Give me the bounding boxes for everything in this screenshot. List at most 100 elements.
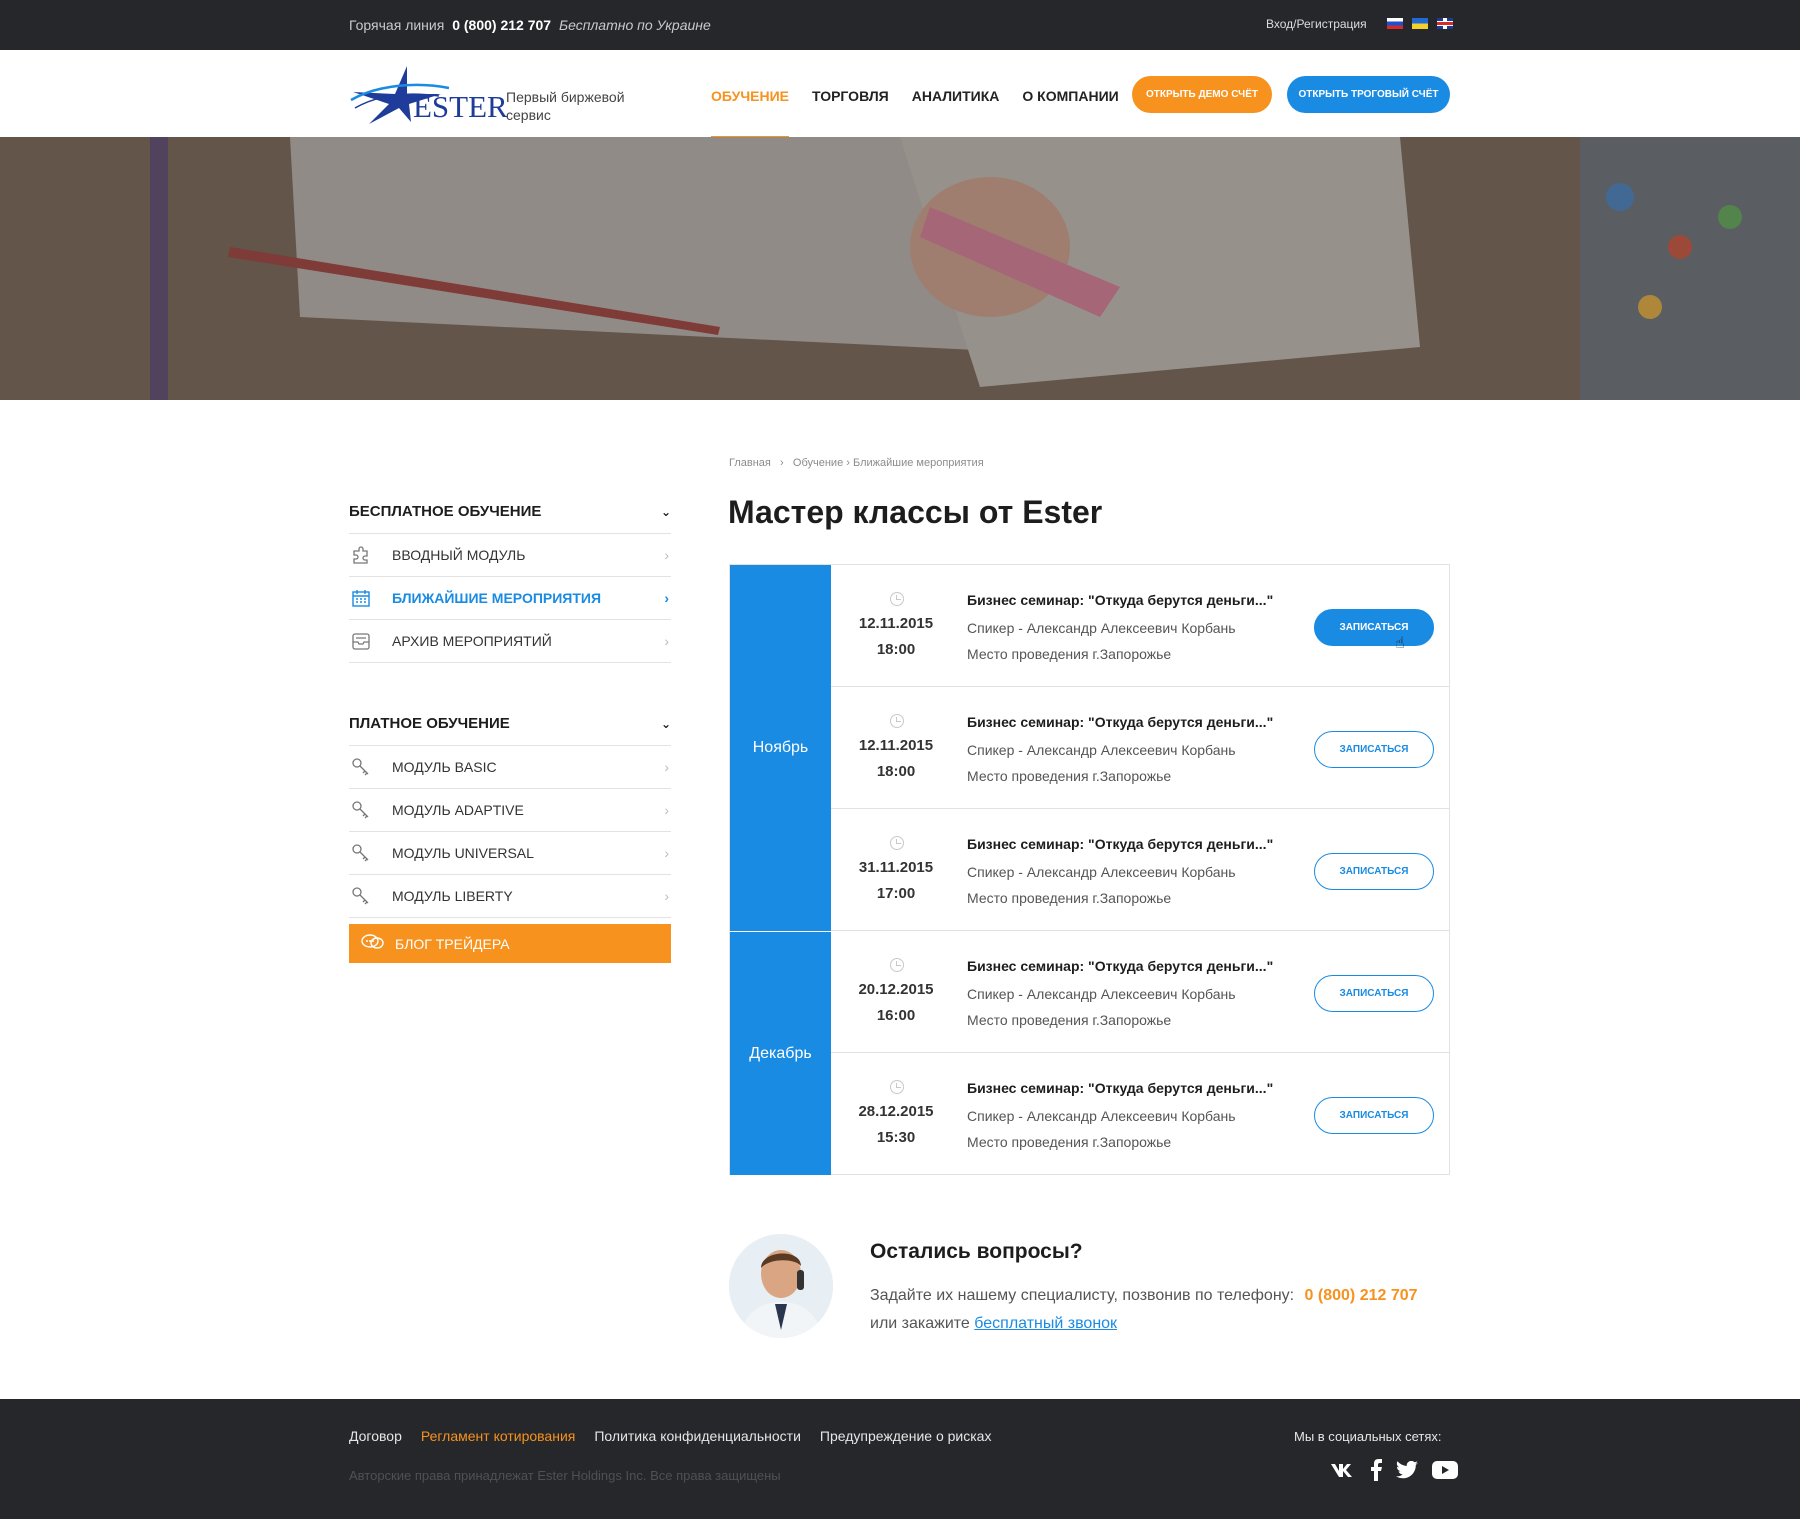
month-label-december: Декабрь: [730, 931, 831, 1175]
specialist-avatar: [729, 1234, 833, 1338]
event-place: Место проведения г.Запорожье: [967, 1134, 1172, 1150]
youtube-icon[interactable]: [1432, 1461, 1458, 1479]
questions-description: Задайте их нашему специалисту, позвонив …: [870, 1287, 1295, 1304]
hotline-note: Бесплатно по Украине: [558, 17, 711, 33]
tagline: Первый биржевой сервис: [506, 89, 625, 123]
header: ESTER Первый биржевой сервис ОБУЧЕНИЕ ТО…: [0, 50, 1800, 140]
register-button[interactable]: Записаться: [1314, 1097, 1434, 1134]
event-title[interactable]: Бизнес семинар: "Откуда берутся деньги..…: [967, 836, 1273, 852]
key-icon: [349, 842, 373, 864]
sidebar-item-universal[interactable]: Модуль UNIVERSAL ›: [349, 832, 671, 875]
social-label: Мы в социальных сетях:: [1294, 1429, 1442, 1444]
sidebar-item-label: Модуль UNIVERSAL: [392, 845, 534, 861]
event-speaker: Спикер - Александр Алексеевич Корбань: [967, 620, 1236, 636]
breadcrumb-home[interactable]: Главная: [729, 457, 771, 469]
free-call-link[interactable]: бесплатный звонок: [974, 1315, 1117, 1332]
event-speaker: Спикер - Александр Алексеевич Корбань: [967, 1108, 1236, 1124]
nav-about[interactable]: О КОМПАНИИ: [1022, 88, 1118, 104]
event-time: 17:00: [876, 885, 916, 902]
puzzle-icon: [349, 544, 373, 566]
event-title[interactable]: Бизнес семинар: "Откуда берутся деньги..…: [967, 714, 1273, 730]
vk-icon[interactable]: [1330, 1462, 1356, 1478]
twitter-icon[interactable]: [1396, 1461, 1418, 1479]
event-title[interactable]: Бизнес семинар: "Откуда берутся деньги..…: [967, 1080, 1273, 1096]
event-title[interactable]: Бизнес семинар: "Откуда берутся деньги..…: [967, 958, 1273, 974]
clock-icon: [890, 1080, 904, 1094]
register-button[interactable]: Записаться: [1314, 609, 1434, 646]
footer-link-risk-warning[interactable]: Предупреждение о рисках: [820, 1428, 992, 1444]
main-nav: ОБУЧЕНИЕ ТОРГОВЛЯ АНАЛИТИКА О КОМПАНИИ: [711, 88, 1119, 140]
event-time: 18:00: [876, 641, 916, 658]
login-link[interactable]: Вход/Регистрация: [1266, 17, 1367, 31]
event-time: 16:00: [876, 1007, 916, 1024]
sidebar-item-upcoming-events[interactable]: Ближайшие мероприятия ›: [349, 577, 671, 620]
questions-or: или закажите: [870, 1315, 970, 1332]
register-button[interactable]: Записаться: [1314, 853, 1434, 890]
paid-education-header[interactable]: ПЛАТНОЕ ОБУЧЕНИЕ ⌄: [349, 702, 671, 746]
nav-trading[interactable]: ТОРГОВЛЯ: [812, 88, 889, 104]
free-education-title: БЕСПЛАТНОЕ ОБУЧЕНИЕ: [349, 503, 542, 520]
event-row: 12.11.2015 18:00 Бизнес семинар: "Откуда…: [831, 687, 1450, 809]
sidebar-item-events-archive[interactable]: Архив мероприятий ›: [349, 620, 671, 663]
chevron-right-icon: ›: [664, 845, 669, 861]
open-demo-account-button[interactable]: Открыть демо счёт: [1132, 76, 1272, 113]
event-datetime: 20.12.2015 16:00: [831, 977, 961, 1029]
archive-icon: [349, 630, 373, 652]
breadcrumb-separator: ›: [846, 457, 853, 469]
footer-link-quoting-rules[interactable]: Регламент котирования: [421, 1428, 575, 1444]
register-button[interactable]: Записаться: [1314, 975, 1434, 1012]
language-switcher: [1387, 18, 1453, 29]
footer-links: Договор Регламент котирования Политика к…: [349, 1428, 991, 1444]
chevron-right-icon: ›: [664, 802, 669, 818]
sidebar-item-intro[interactable]: Вводный модуль ›: [349, 534, 671, 577]
questions-phone[interactable]: 0 (800) 212 707: [1305, 1287, 1418, 1304]
flag-ru-icon[interactable]: [1387, 18, 1403, 29]
events-table: Ноябрь Декабрь 12.11.2015 18:00 Бизнес с…: [729, 564, 1450, 1175]
chevron-right-icon: ›: [664, 888, 669, 904]
event-datetime: 12.11.2015 18:00: [831, 611, 961, 663]
breadcrumb: Главная › Обучение › Ближайшие мероприят…: [729, 457, 984, 469]
event-place: Место проведения г.Запорожье: [967, 890, 1172, 906]
event-title[interactable]: Бизнес семинар: "Откуда берутся деньги..…: [967, 592, 1273, 608]
flag-ua-icon[interactable]: [1412, 18, 1428, 29]
sidebar-item-label: Модуль LIBERTY: [392, 888, 513, 904]
footer-link-contract[interactable]: Договор: [349, 1428, 402, 1444]
breadcrumb-education[interactable]: Обучение: [793, 457, 843, 469]
event-datetime: 31.11.2015 17:00: [831, 855, 961, 907]
event-time: 18:00: [876, 763, 916, 780]
facebook-icon[interactable]: [1370, 1459, 1382, 1481]
nav-education[interactable]: ОБУЧЕНИЕ: [711, 88, 789, 140]
flag-en-icon[interactable]: [1437, 18, 1453, 29]
chevron-down-icon[interactable]: ⌄: [661, 505, 671, 519]
open-trading-account-button[interactable]: Открыть троговый счёт: [1287, 76, 1450, 113]
register-button[interactable]: Записаться: [1314, 731, 1434, 768]
clock-icon: [890, 836, 904, 850]
footer-link-privacy[interactable]: Политика конфиденциальности: [594, 1428, 801, 1444]
month-label-november: Ноябрь: [730, 565, 831, 931]
chevron-down-icon[interactable]: ⌄: [661, 717, 671, 731]
questions-title: Остались вопросы?: [870, 1240, 1083, 1263]
sidebar-item-adaptive[interactable]: Модуль ADAPTIVE ›: [349, 789, 671, 832]
event-row: 12.11.2015 18:00 Бизнес семинар: "Откуда…: [831, 565, 1450, 687]
event-place: Место проведения г.Запорожье: [967, 646, 1172, 662]
hand-cursor-icon: ☝: [1395, 635, 1405, 652]
event-datetime: 28.12.2015 15:30: [831, 1099, 961, 1151]
clock-icon: [890, 592, 904, 606]
trader-blog-button[interactable]: Блог трейдера: [349, 924, 671, 963]
chevron-right-icon: ›: [664, 759, 669, 775]
sidebar-item-basic[interactable]: Модуль BASIC ›: [349, 746, 671, 789]
event-date: 12.11.2015: [858, 737, 934, 754]
nav-analytics[interactable]: АНАЛИТИКА: [912, 88, 1000, 104]
chat-bubbles-icon: [361, 933, 385, 954]
logo-text[interactable]: ESTER: [413, 89, 508, 125]
calendar-icon: [349, 587, 373, 609]
event-place: Место проведения г.Запорожье: [967, 768, 1172, 784]
sidebar-item-liberty[interactable]: Модуль LIBERTY ›: [349, 875, 671, 918]
hotline-phone[interactable]: 0 (800) 212 707: [452, 17, 551, 33]
key-icon: [349, 756, 373, 778]
page-title: Мастер классы от Ester: [728, 494, 1103, 530]
hero-image: [0, 137, 1800, 400]
event-date: 28.12.2015: [858, 1103, 934, 1120]
free-education-header[interactable]: БЕСПЛАТНОЕ ОБУЧЕНИЕ ⌄: [349, 490, 671, 534]
event-row: 28.12.2015 15:30 Бизнес семинар: "Откуда…: [831, 1053, 1450, 1175]
